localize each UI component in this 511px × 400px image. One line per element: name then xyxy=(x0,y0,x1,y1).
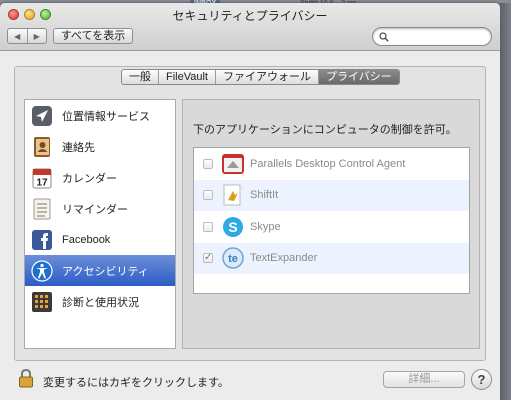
preferences-window: セキュリティとプライバシー ◀ ▶ すべてを表示 一般 FileVault ファ… xyxy=(0,3,500,400)
sidebar-item-reminders[interactable]: リマインダー xyxy=(25,193,175,224)
sidebar-item-label: 位置情報サービス xyxy=(62,110,150,123)
back-button[interactable]: ◀ xyxy=(8,29,27,43)
lock-icon[interactable] xyxy=(18,368,34,388)
app-row-textexpander: ✓ te TextExpander xyxy=(194,242,469,274)
app-name: Skype xyxy=(250,220,281,233)
forward-button[interactable]: ▶ xyxy=(26,29,47,43)
tab-firewall[interactable]: ファイアウォール xyxy=(214,70,318,84)
sidebar-item-facebook[interactable]: Facebook xyxy=(25,224,175,255)
tab-general[interactable]: 一般 xyxy=(122,70,158,84)
location-arrow-icon xyxy=(32,105,52,126)
title-bar: セキュリティとプライバシー ◀ ▶ すべてを表示 xyxy=(0,3,500,51)
textexpander-icon: te xyxy=(222,247,244,269)
sidebar-item-location-services[interactable]: 位置情報サービス xyxy=(25,100,175,131)
tab-filevault[interactable]: FileVault xyxy=(158,70,215,84)
back-forward-group: ◀ ▶ xyxy=(7,28,47,44)
shiftit-icon xyxy=(223,184,244,206)
app-row-parallels: Parallels Desktop Control Agent xyxy=(194,148,469,180)
details-button[interactable]: 詳細... xyxy=(383,371,465,388)
window-title: セキュリティとプライバシー xyxy=(172,9,328,23)
app-name: ShiftIt xyxy=(250,189,279,202)
show-all-button[interactable]: すべてを表示 xyxy=(53,28,133,44)
skype-icon: S xyxy=(223,216,243,237)
app-name: TextExpander xyxy=(250,252,318,265)
sidebar-item-calendar[interactable]: 17 カレンダー xyxy=(25,162,175,193)
sidebar-item-label: アクセシビリティ xyxy=(62,265,149,278)
help-button[interactable]: ? xyxy=(471,369,492,390)
tab-privacy[interactable]: プライバシー xyxy=(317,70,399,84)
parallels-icon xyxy=(222,153,244,174)
tab-bar: 一般 FileVault ファイアウォール プライバシー xyxy=(121,69,400,85)
app-checkbox-textexpander[interactable]: ✓ xyxy=(203,253,213,264)
app-checkbox-shiftit[interactable] xyxy=(203,190,213,201)
calendar-icon: 17 xyxy=(32,168,52,188)
svg-text:te: te xyxy=(228,253,238,265)
app-checkbox-skype[interactable] xyxy=(203,221,213,232)
lock-hint-text: 変更するにはカギをクリックします。 xyxy=(43,377,229,389)
sidebar-item-label: 連絡先 xyxy=(62,141,95,154)
panel-heading: 下のアプリケーションにコンピュータの制御を許可。 xyxy=(193,124,457,136)
sidebar-item-label: リマインダー xyxy=(62,203,128,216)
diagnostics-icon xyxy=(32,291,52,312)
background-desktop-edge xyxy=(500,3,511,400)
calendar-day-text: 17 xyxy=(36,177,48,188)
search-input[interactable] xyxy=(372,27,492,46)
reminders-list-icon xyxy=(33,198,51,219)
sidebar-item-accessibility[interactable]: アクセシビリティ xyxy=(25,255,175,286)
sidebar-item-label: カレンダー xyxy=(62,172,117,185)
app-row-shiftit: ShiftIt xyxy=(194,179,469,211)
accessibility-icon xyxy=(31,259,53,282)
svg-text:S: S xyxy=(228,219,237,235)
app-name: Parallels Desktop Control Agent xyxy=(250,157,406,170)
app-checkbox-parallels[interactable] xyxy=(203,158,213,169)
sidebar-item-label: Facebook xyxy=(62,233,111,246)
sidebar-item-label: 診断と使用状況 xyxy=(62,296,139,309)
app-list: Parallels Desktop Control Agent ShiftIt … xyxy=(193,147,470,294)
privacy-category-list: 位置情報サービス 連絡先 17 カレンダー リマインダー Facebook アク… xyxy=(24,99,176,349)
app-row-skype: S Skype xyxy=(194,211,469,243)
sidebar-item-contacts[interactable]: 連絡先 xyxy=(25,131,175,162)
sidebar-item-diagnostics[interactable]: 診断と使用状況 xyxy=(25,286,175,317)
search-icon xyxy=(379,32,389,42)
facebook-icon xyxy=(32,229,52,250)
accessibility-panel: 下のアプリケーションにコンピュータの制御を許可。 Parallels Deskt… xyxy=(182,99,480,349)
contacts-book-icon xyxy=(34,136,50,157)
